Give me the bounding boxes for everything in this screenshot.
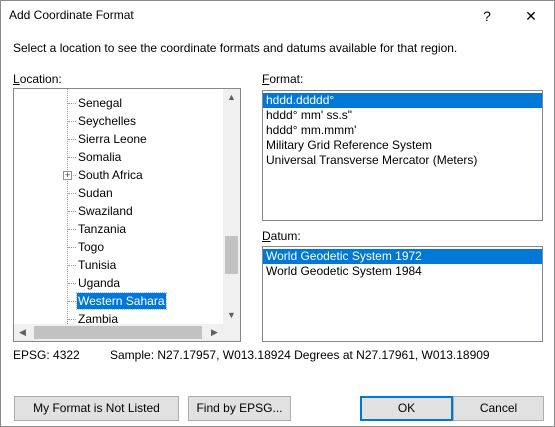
scroll-up-icon[interactable]: ▲ — [223, 89, 240, 106]
tree-item-swaziland[interactable]: Swaziland — [14, 202, 223, 220]
scroll-down-icon[interactable]: ▼ — [223, 307, 240, 324]
tree-item-tunisia[interactable]: Tunisia — [14, 256, 223, 274]
scrollbar-corner — [223, 324, 240, 341]
sample-coordinate-text: Sample: N27.17957, W013.18924 Degrees at… — [110, 348, 490, 362]
location-tree-viewport: Senegal Seychelles Sierra Leone Somalia … — [14, 89, 223, 324]
format-not-listed-button[interactable]: My Format is Not Listed — [14, 396, 179, 421]
location-label: Location: — [13, 72, 62, 86]
tree-vertical-scrollbar[interactable]: ▲ ▼ — [223, 89, 240, 324]
tree-item-western-sahara[interactable]: Western Sahara — [14, 292, 223, 310]
tree-item-somalia[interactable]: Somalia — [14, 148, 223, 166]
datum-label: Datum: — [262, 229, 301, 243]
tree-item-label: Sudan — [78, 186, 113, 200]
tree-item-label: Somalia — [78, 150, 122, 164]
tree-item-label: Swaziland — [78, 204, 133, 218]
tree-item-label: Tanzania — [78, 222, 127, 236]
tree-horizontal-scrollbar[interactable]: ◀ ▶ — [14, 324, 223, 341]
datum-list[interactable]: World Geodetic System 1972 World Geodeti… — [262, 246, 543, 342]
close-icon: ✕ — [525, 8, 537, 24]
format-item-degrees-decimal-minutes[interactable]: hddd° mm.mmm' — [263, 123, 542, 138]
tree-item-label: Senegal — [78, 96, 123, 110]
datum-item-wgs84[interactable]: World Geodetic System 1984 — [263, 264, 542, 279]
tree-item-sierra-leone[interactable]: Sierra Leone — [14, 130, 223, 148]
scroll-left-icon[interactable]: ◀ — [14, 324, 31, 341]
tree-item-seychelles[interactable]: Seychelles — [14, 112, 223, 130]
format-list[interactable]: hddd.ddddd° hddd° mm' ss.s" hddd° mm.mmm… — [262, 90, 543, 221]
cancel-button[interactable]: Cancel — [453, 396, 544, 421]
tree-item-label: Seychelles — [78, 114, 137, 128]
close-button[interactable]: ✕ — [513, 1, 549, 31]
scroll-right-icon[interactable]: ▶ — [206, 324, 223, 341]
dialog-title: Add Coordinate Format — [9, 8, 134, 22]
datum-label-mnemonic: D — [262, 229, 271, 243]
find-by-epsg-button[interactable]: Find by EPSG... — [188, 396, 291, 421]
location-label-mnemonic: L — [13, 72, 20, 86]
format-item-decimal-degrees[interactable]: hddd.ddddd° — [263, 93, 542, 108]
help-button[interactable]: ? — [472, 1, 502, 31]
ok-button[interactable]: OK — [360, 396, 453, 421]
tree-item-zambia[interactable]: Zambia — [14, 310, 223, 324]
tree-item-label: Western Sahara — [76, 292, 167, 310]
location-tree[interactable]: Senegal Seychelles Sierra Leone Somalia … — [13, 88, 241, 342]
datum-item-wgs72[interactable]: World Geodetic System 1972 — [263, 249, 542, 264]
format-item-dms[interactable]: hddd° mm' ss.s" — [263, 108, 542, 123]
format-item-mgrs[interactable]: Military Grid Reference System — [263, 138, 542, 153]
tree-item-label: Togo — [78, 240, 105, 254]
tree-item-tanzania[interactable]: Tanzania — [14, 220, 223, 238]
tree-item-label: Sierra Leone — [78, 132, 147, 146]
add-coordinate-format-dialog: Add Coordinate Format ? ✕ Select a locat… — [0, 0, 555, 427]
tree-item-uganda[interactable]: Uganda — [14, 274, 223, 292]
tree-item-label: South Africa — [78, 168, 143, 182]
datum-label-rest: atum: — [270, 229, 301, 243]
tree-item-label: Zambia — [78, 312, 119, 324]
tree-item-togo[interactable]: Togo — [14, 238, 223, 256]
format-label-rest: ormat: — [269, 72, 304, 86]
tree-item-senegal[interactable]: Senegal — [14, 94, 223, 112]
tree-vertical-scroll-thumb[interactable] — [225, 236, 238, 274]
format-item-utm[interactable]: Universal Transverse Mercator (Meters) — [263, 153, 542, 168]
instructions-text: Select a location to see the coordinate … — [13, 41, 458, 55]
tree-item-label: Uganda — [78, 276, 121, 290]
epsg-code-text: EPSG: 4322 — [13, 348, 80, 362]
tree-item-label: Tunisia — [78, 258, 117, 272]
tree-item-south-africa[interactable]: + South Africa — [14, 166, 223, 184]
tree-item-sudan[interactable]: Sudan — [14, 184, 223, 202]
tree-horizontal-scroll-thumb[interactable] — [34, 326, 202, 339]
format-label: Format: — [262, 72, 303, 86]
expand-plus-icon[interactable]: + — [63, 171, 72, 180]
title-bar: Add Coordinate Format ? ✕ — [1, 1, 554, 31]
location-label-rest: ocation: — [19, 72, 62, 86]
